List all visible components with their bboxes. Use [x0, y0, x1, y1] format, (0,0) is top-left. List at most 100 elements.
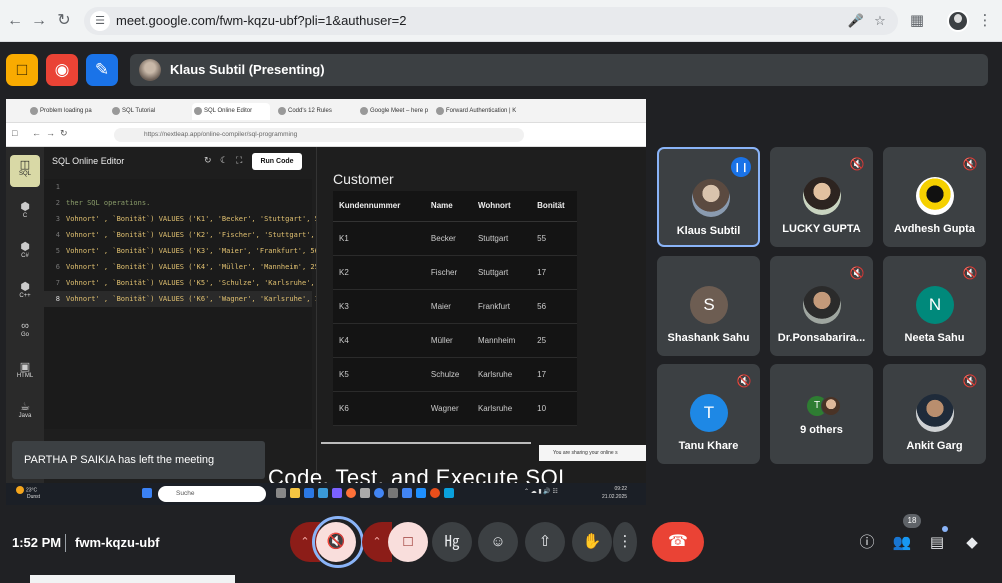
present-screen-button[interactable]: ⇧ — [525, 522, 565, 562]
firefox-icon — [346, 488, 356, 498]
bookmark-star-icon[interactable]: ☆ — [870, 11, 890, 31]
mic-off-icon: 🔇 — [849, 157, 865, 171]
participant-avatar — [916, 394, 954, 432]
presenting-bar: Klaus Subtil (Presenting) — [130, 54, 988, 86]
taskbar-clock: 09:22 21.02.2025 — [602, 486, 628, 500]
mic-focus-ring — [312, 516, 364, 568]
reload-icon[interactable]: ↻ — [53, 10, 75, 32]
result-panel: Customer Kundennummer Name Wohnort Bonität … — [316, 147, 646, 477]
inner-tab: SQL Tutorial — [110, 103, 186, 120]
participant-initial-avatar: T — [690, 394, 728, 432]
participant-name: Klaus Subtil — [676, 225, 741, 237]
taskbar-app-icon — [388, 488, 398, 498]
divider — [321, 442, 531, 444]
chrome-icon — [374, 488, 384, 498]
leave-call-button[interactable]: ☎ — [652, 522, 704, 562]
people-icon[interactable]: 👥 — [890, 531, 914, 555]
mic-off-icon: 🔇 — [962, 374, 978, 388]
participant-tile-tanu-khare[interactable]: 🔇 T Tanu Khare — [657, 364, 760, 464]
table-cell: Becker — [424, 221, 472, 256]
folder-icon — [290, 488, 300, 498]
inner-tab: Problem loading pa — [28, 103, 104, 120]
taskbar-search: Suche — [158, 486, 266, 502]
edit-tool-icon[interactable]: ✎ — [86, 54, 118, 86]
participant-tile-lucky-gupta[interactable]: 🔇 LUCKY GUPTA — [770, 147, 873, 247]
forward-icon[interactable]: → — [28, 10, 50, 32]
inner-tab: Codd's 12 Rules — [276, 103, 352, 120]
participant-tile-ankit-garg[interactable]: 🔇 Ankit Garg — [883, 364, 986, 464]
address-url[interactable]: meet.google.com/fwm-kqzu-ubf?pli=1&authu… — [116, 13, 407, 28]
participant-avatar — [803, 177, 841, 215]
participant-tile-neeta-sahu[interactable]: 🔇 N Neeta Sahu — [883, 256, 986, 356]
line-number: 8 — [55, 295, 60, 303]
people-count-badge: 18 — [903, 514, 921, 528]
record-tool-icon[interactable]: ◉ — [46, 54, 78, 86]
chat-icon[interactable]: ▤ — [925, 531, 949, 555]
leave-notification-text: PARTHA P SAIKIA has left the meeting — [24, 454, 215, 466]
meeting-code: fwm-kqzu-ubf — [75, 535, 160, 550]
editor-header: SQL Online Editor ↻ ☾ ⛶ Run Code — [44, 147, 312, 175]
captions-button[interactable]: ㋌ — [432, 522, 472, 562]
mic-icon[interactable]: 🎤 — [846, 11, 866, 31]
participant-tile-shashank-sahu[interactable]: S Shashank Sahu — [657, 256, 760, 356]
browser-toolbar: ← → ↻ ☰ meet.google.com/fwm-kqzu-ubf?pli… — [0, 0, 1002, 42]
refresh-icon: ↻ — [204, 155, 212, 165]
column-header: Wohnort — [471, 191, 532, 222]
participant-name: Dr.Ponsabarira... — [777, 332, 866, 344]
others-avatars: T — [807, 396, 847, 418]
participant-name: Avdhesh Gupta — [894, 223, 975, 235]
code-line: 6 Vohnort' , `Bonität`) VALUES ('K4', 'Mü… — [44, 259, 328, 275]
inner-tab: Forward Authentication | K — [434, 103, 516, 120]
bottom-edge-strip — [30, 575, 235, 583]
code-line: 5 Vohnort' , `Bonität`) VALUES ('K3', 'Ma… — [44, 243, 328, 259]
table-row: K2 Fischer Stuttgart 17 — [333, 255, 577, 290]
inner-tab: Google Meet – here playing — [358, 103, 428, 120]
emoji-reaction-button[interactable]: ☺ — [478, 522, 518, 562]
extensions-icon[interactable]: ▦ — [906, 10, 928, 32]
more-menu-icon[interactable]: ⋮ — [974, 10, 996, 32]
table-cell: 17 — [531, 255, 577, 290]
table-cell: K5 — [333, 357, 425, 392]
participant-tile-avdhesh-gupta[interactable]: 🔇 Avdhesh Gupta — [883, 147, 986, 247]
lang-java: ☕ Java — [10, 397, 40, 429]
java-icon: ☕ — [20, 401, 30, 413]
more-options-button[interactable]: ⋮ — [613, 522, 637, 562]
table-row: K5 Schulze Karlsruhe 17 — [333, 357, 577, 392]
camera-off-button[interactable]: □ — [388, 522, 428, 562]
mic-off-icon: 🔇 — [849, 266, 865, 280]
table-cell: Stuttgart — [471, 221, 532, 256]
speaking-indicator-icon: ❙❙ — [731, 157, 751, 177]
back-icon[interactable]: ← — [4, 10, 26, 32]
windows-start-icon — [142, 488, 152, 498]
participant-tile-klaus-subtil[interactable]: ❙❙ Klaus Subtil — [657, 147, 760, 247]
others-photo-avatar — [821, 396, 841, 416]
code-text: ther SQL operations. — [66, 199, 151, 207]
table-cell: Frankfurt — [471, 289, 532, 324]
participant-tile-dr-ponsabarira[interactable]: 🔇 Dr.Ponsabarira... — [770, 256, 873, 356]
participant-name: Ankit Garg — [906, 440, 963, 452]
participant-name: Neeta Sahu — [904, 332, 965, 344]
table-cell: K3 — [333, 289, 425, 324]
site-info-icon[interactable]: ☰ — [90, 11, 110, 31]
participant-tile-others[interactable]: T 9 others — [770, 364, 873, 464]
current-time: 1:52 PM — [12, 535, 62, 550]
code-line: 3 Vohnort' , `Bonität`) VALUES ('K1', 'Be… — [44, 211, 332, 227]
meeting-details-icon[interactable]: ⓘ — [855, 531, 879, 555]
code-line: 7 Vohnort' , `Bonität`) VALUES ('K5', 'Sc… — [44, 275, 336, 291]
mic-off-icon: 🔇 — [962, 157, 978, 171]
lang-go: ∞ Go — [10, 317, 40, 349]
table-cell: Fischer — [424, 255, 472, 290]
table-cell: 55 — [531, 221, 577, 256]
editor-title: SQL Online Editor — [52, 156, 125, 166]
divider — [65, 534, 66, 552]
profile-avatar[interactable] — [947, 10, 969, 32]
line-number: 2 — [55, 199, 60, 207]
raise-hand-button[interactable]: ✋ — [572, 522, 612, 562]
camera-off-tool-icon[interactable]: □ — [6, 54, 38, 86]
leave-notification: PARTHA P SAIKIA has left the meeting — [12, 441, 265, 479]
activities-icon[interactable]: ◆ — [960, 531, 984, 555]
weather-widget: 23°C Dunst — [16, 486, 40, 501]
address-bar[interactable]: ☰ meet.google.com/fwm-kqzu-ubf?pli=1&aut… — [84, 7, 898, 35]
settings-icon — [360, 488, 370, 498]
line-number: 3 — [55, 215, 60, 223]
